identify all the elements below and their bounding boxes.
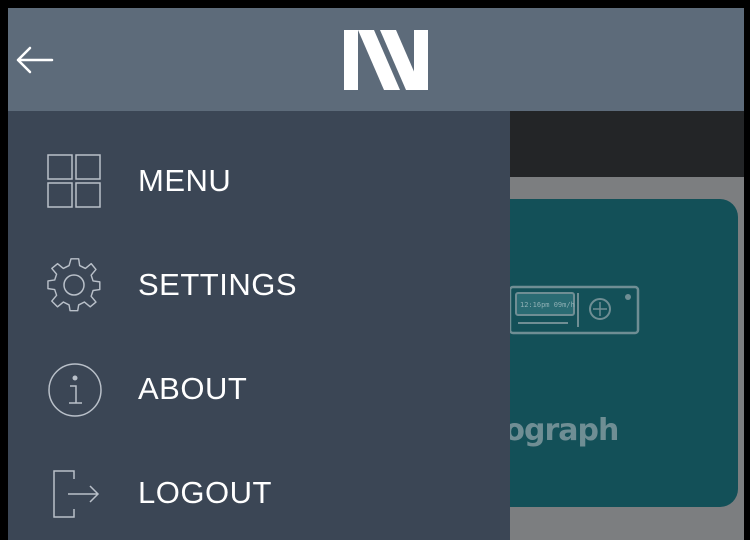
navigation-drawer: MENU SETTINGS ABOUT LOGOUT <box>8 111 510 540</box>
app-screen: 12:16pm 09m/h achograph MENU SETTINGS AB… <box>8 8 744 540</box>
drawer-item-label: LOGOUT <box>138 475 272 510</box>
drawer-item-about[interactable]: ABOUT <box>8 349 510 429</box>
tachograph-device-icon: 12:16pm 09m/h <box>508 285 640 335</box>
brand-logo <box>344 30 428 90</box>
drawer-item-menu[interactable]: MENU <box>8 141 510 221</box>
logout-icon <box>53 470 100 518</box>
device-display-text: 12:16pm 09m/h <box>520 301 575 309</box>
drawer-item-label: MENU <box>138 163 232 198</box>
drawer-item-logout[interactable]: LOGOUT <box>8 453 510 533</box>
drawer-item-settings[interactable]: SETTINGS <box>8 245 510 325</box>
grid-icon <box>47 154 101 208</box>
drawer-item-label: ABOUT <box>138 371 248 406</box>
info-icon <box>48 363 102 417</box>
gear-icon <box>47 258 101 312</box>
arrow-left-icon <box>16 46 54 74</box>
top-app-bar <box>8 8 744 111</box>
back-button[interactable] <box>12 38 56 82</box>
drawer-item-label: SETTINGS <box>138 267 298 302</box>
